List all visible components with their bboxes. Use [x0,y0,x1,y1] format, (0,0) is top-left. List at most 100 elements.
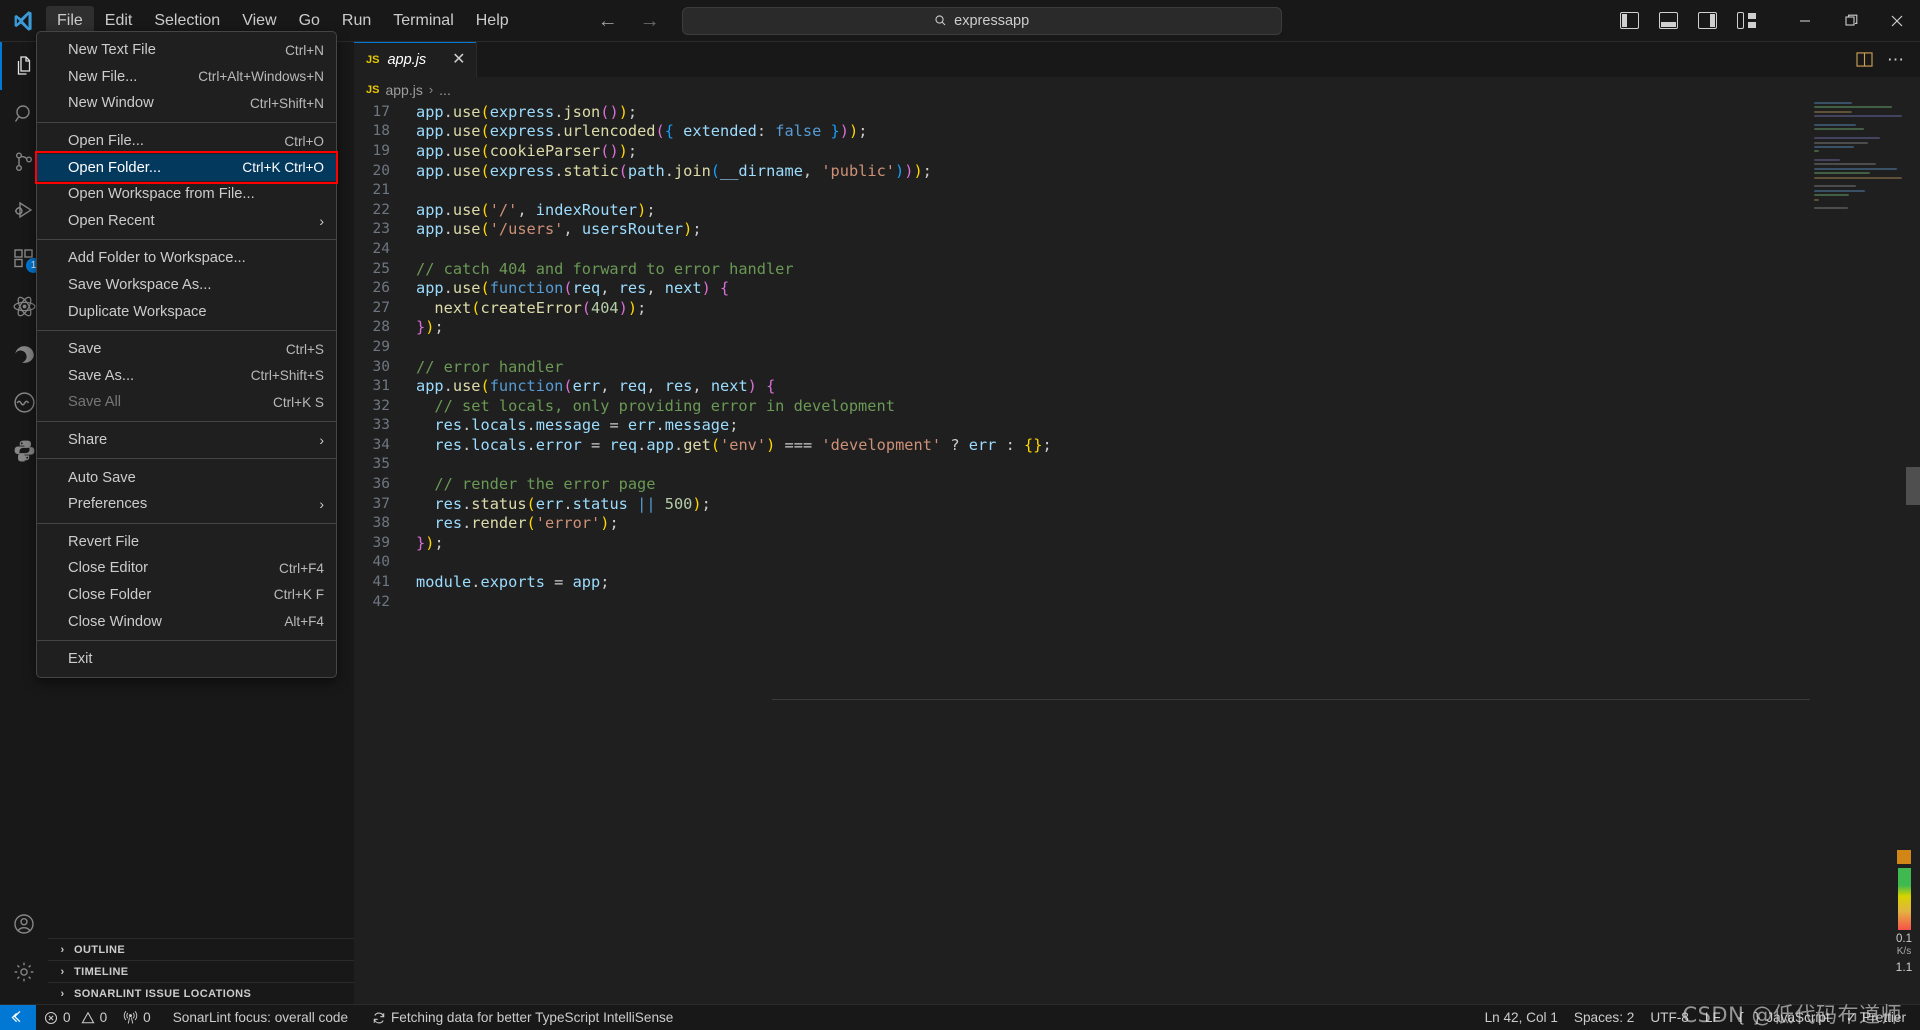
radio-tower-icon [123,1010,138,1024]
line-number: 31 [372,378,390,395]
close-button[interactable] [1874,0,1920,42]
menu-item-save-as[interactable]: Save As... Ctrl+Shift+S [37,363,336,390]
menu-item-new-text-file[interactable]: New Text File Ctrl+N [37,37,336,64]
code-line: 41 module.exports = app; [354,572,1920,592]
status-editor-eol[interactable]: LF [1697,1005,1729,1030]
status-problems[interactable]: 0 0 [36,1005,115,1030]
sidebar-section-timeline[interactable]: › TIMELINE [48,960,354,982]
command-center[interactable]: expressapp [681,6,1282,35]
menu-item-new-window[interactable]: New Window Ctrl+Shift+N [37,90,336,117]
status-editor-position[interactable]: Ln 42, Col 1 [1477,1005,1566,1030]
menu-item-save-all[interactable]: Save All Ctrl+K S [37,389,336,416]
code-editor[interactable]: 17 app.use(express.json()); 18 app.use(expr… [354,102,1920,1004]
remote-window-button[interactable] [0,1004,36,1030]
maximize-button[interactable] [1828,0,1874,42]
line-number: 32 [372,397,390,414]
menu-item-open-folder[interactable]: Open Folder... Ctrl+K Ctrl+O [35,151,338,184]
code-line: 21 [354,180,1920,200]
breadcrumb-file[interactable]: app.js [385,82,422,98]
sidebar-section-outline[interactable]: › OUTLINE [48,938,354,960]
files-icon [17,56,31,75]
menu-item-shortcut: Alt+F4 [284,614,324,630]
status-editor-language[interactable]: { } JavaScript [1729,1005,1838,1030]
arrow-left-icon[interactable]: ← [598,11,618,31]
menu-separator [37,458,336,460]
toggle-secondary-sidebar-icon[interactable] [1698,12,1717,29]
menu-item-close-editor[interactable]: Close Editor Ctrl+F4 [37,555,336,582]
status-editor-indentation[interactable]: Spaces: 2 [1566,1005,1642,1030]
code-line: 32 // set locals, only providing error i… [354,396,1920,416]
vscode-window: File Edit Selection View Go Run Terminal Help ←… [0,0,1920,1030]
menu-item-preferences[interactable]: Preferences › [37,491,336,518]
menu-item-share[interactable]: Share › [37,427,336,454]
menu-item-label: Save [68,341,102,358]
menu-item-label: Save All [68,394,122,411]
menubar-item-terminal[interactable]: Terminal [382,6,464,36]
manage-button[interactable] [0,948,48,996]
line-number: 34 [372,436,390,453]
minimap-line [1814,145,1854,148]
menu-item-open-recent[interactable]: Open Recent › [37,208,336,235]
menu-item-label: Open Recent [68,212,155,229]
status-typescript[interactable]: Fetching data for better TypeScript Inte… [356,1005,681,1030]
menu-item-open-file[interactable]: Open File... Ctrl+O [37,128,336,155]
split-editor-icon[interactable] [1856,52,1873,67]
accounts-button[interactable] [0,900,48,948]
menu-item-open-workspace-from-file[interactable]: Open Workspace from File... [37,181,336,208]
line-content: }); [416,533,444,552]
file-menu-dropdown[interactable]: New Text File Ctrl+N New File... Ctrl+Alt+W… [35,31,338,679]
status-bar-right: Ln 42, Col 1 Spaces: 2 UTF-8 LF { } Java… [1477,1005,1920,1030]
code-line: 31 app.use(function(err, req, res, next) … [354,376,1920,396]
status-sonarlint-focus[interactable]: SonarLint focus: overall code [159,1005,356,1030]
tab-app-js[interactable]: JS app.js ✕ [354,42,477,77]
chevron-right-icon: › [319,496,324,513]
close-icon[interactable]: ✕ [452,51,465,68]
status-editor-encoding[interactable]: UTF-8 [1642,1005,1697,1030]
breadcrumb-rest[interactable]: ... [439,82,451,98]
menu-item-label: Share [68,432,108,449]
search-icon [14,105,30,122]
sidebar-section-sonarlint-issue-locations[interactable]: › SONARLINT ISSUE LOCATIONS [48,982,354,1004]
prettier-text: Prettier [1862,1010,1906,1025]
chevron-right-icon: › [60,943,65,956]
menu-item-save[interactable]: Save Ctrl+S [37,336,336,363]
more-actions-icon[interactable]: ⋯ [1887,51,1906,68]
status-ports[interactable]: 0 [115,1005,159,1030]
js-icon: JS [366,83,380,96]
menu-item-add-folder-to-workspace[interactable]: Add Folder to Workspace... [37,245,336,272]
menu-item-save-workspace-as[interactable]: Save Workspace As... [37,272,336,299]
arrow-right-icon[interactable]: → [640,11,660,31]
minimap-line [1814,185,1856,188]
status-prettier[interactable]: ✓ Prettier [1838,1005,1920,1030]
line-number: 18 [372,123,390,140]
menu-item-exit[interactable]: Exit [37,646,336,673]
toggle-primary-sidebar-icon[interactable] [1620,12,1639,29]
toggle-panel-icon[interactable] [1659,12,1678,29]
menubar-item-help[interactable]: Help [465,6,520,36]
line-content: res.locals.error = req.app.get('env') ==… [434,435,1052,454]
customize-layout-icon[interactable] [1737,12,1756,29]
code-line: 35 [354,455,1920,475]
menu-item-close-window[interactable]: Close Window Alt+F4 [37,608,336,635]
menu-item-duplicate-workspace[interactable]: Duplicate Workspace [37,298,336,325]
code-line: 26 app.use(function(req, res, next) { [354,278,1920,298]
breadcrumb: JS app.js › ... [354,77,1920,102]
scrollbar-thumb[interactable] [1906,467,1920,505]
menu-item-label: Revert File [68,533,140,550]
menubar-item-run[interactable]: Run [331,6,382,36]
zoom-level: 1.1 [1895,960,1913,974]
line-content: app.use(express.json()); [416,102,638,121]
editor-actions: ⋯ [1856,42,1920,77]
menu-item-revert-file[interactable]: Revert File [37,529,336,556]
menu-item-shortcut: Ctrl+K Ctrl+O [242,160,324,176]
minimize-button[interactable] [1782,0,1828,42]
line-number: 27 [372,299,390,316]
minimap-line [1814,176,1902,179]
menu-separator [37,639,336,641]
line-content: res.locals.message = err.message; [434,416,739,435]
menu-item-auto-save[interactable]: Auto Save [37,464,336,491]
line-number: 42 [372,593,390,610]
menu-item-close-folder[interactable]: Close Folder Ctrl+K F [37,582,336,609]
menu-item-new-file[interactable]: New File... Ctrl+Alt+Windows+N [37,64,336,91]
line-number: 25 [372,260,390,277]
